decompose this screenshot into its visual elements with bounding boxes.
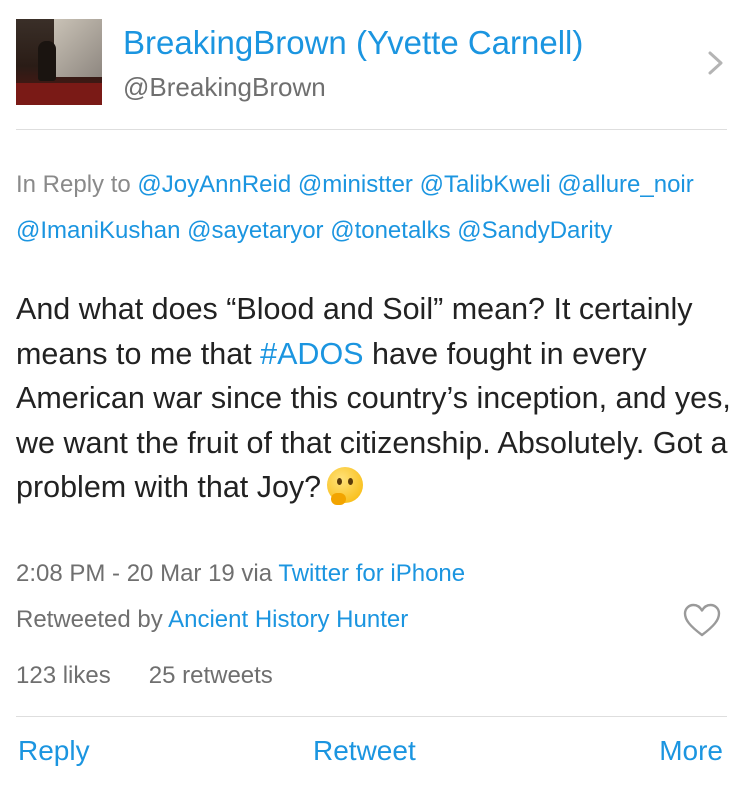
divider (16, 129, 727, 130)
heart-icon[interactable] (682, 602, 722, 638)
retweets-count[interactable]: 25 retweets (149, 662, 273, 689)
tweet-stats: 123 likes 25 retweets (16, 662, 273, 690)
likes-count[interactable]: 123 likes (16, 662, 111, 689)
mention-link[interactable]: @sayetaryor (187, 217, 323, 244)
user-avatar[interactable] (16, 19, 102, 105)
display-name[interactable]: BreakingBrown (Yvette Carnell) (123, 24, 583, 62)
source-link[interactable]: Twitter for iPhone (278, 560, 465, 587)
mention-link[interactable]: @ImaniKushan (16, 217, 180, 244)
mention-link[interactable]: @ministter (298, 171, 413, 198)
mention-link[interactable]: @JoyAnnReid (137, 171, 291, 198)
mention-link[interactable]: @tonetalks (330, 217, 450, 244)
user-handle[interactable]: @BreakingBrown (123, 72, 326, 103)
mention-link[interactable]: @SandyDarity (457, 217, 612, 244)
tweet-text: And what does “Blood and Soil” mean? It … (16, 287, 731, 510)
divider (16, 716, 727, 717)
avatar-background (54, 19, 102, 77)
reply-to-line: In Reply to @JoyAnnReid @ministter @Tali… (16, 162, 728, 254)
reply-to-label: In Reply to (16, 171, 131, 198)
retweeted-by: Retweeted by Ancient History Hunter (16, 606, 408, 634)
mention-link[interactable]: @allure_noir (557, 171, 693, 198)
more-button[interactable]: More (659, 735, 723, 767)
avatar-person (38, 41, 56, 81)
avatar-stage (16, 83, 102, 105)
action-bar: Reply Retweet More (0, 735, 743, 775)
retweeter-link[interactable]: Ancient History Hunter (168, 606, 408, 633)
chevron-right-icon[interactable] (702, 50, 728, 76)
retweet-button[interactable]: Retweet (313, 735, 416, 767)
thinking-face-emoji (327, 467, 364, 505)
hashtag-link[interactable]: #ADOS (260, 337, 363, 371)
tweet-meta: 2:08 PM - 20 Mar 19 via Twitter for iPho… (16, 560, 465, 588)
tweet-header[interactable]: BreakingBrown (Yvette Carnell) @Breaking… (0, 0, 743, 128)
reply-button[interactable]: Reply (18, 735, 90, 767)
retweeted-label: Retweeted by (16, 606, 169, 633)
timestamp: 2:08 PM - 20 Mar 19 via (16, 560, 279, 587)
mention-link[interactable]: @TalibKweli (420, 171, 551, 198)
